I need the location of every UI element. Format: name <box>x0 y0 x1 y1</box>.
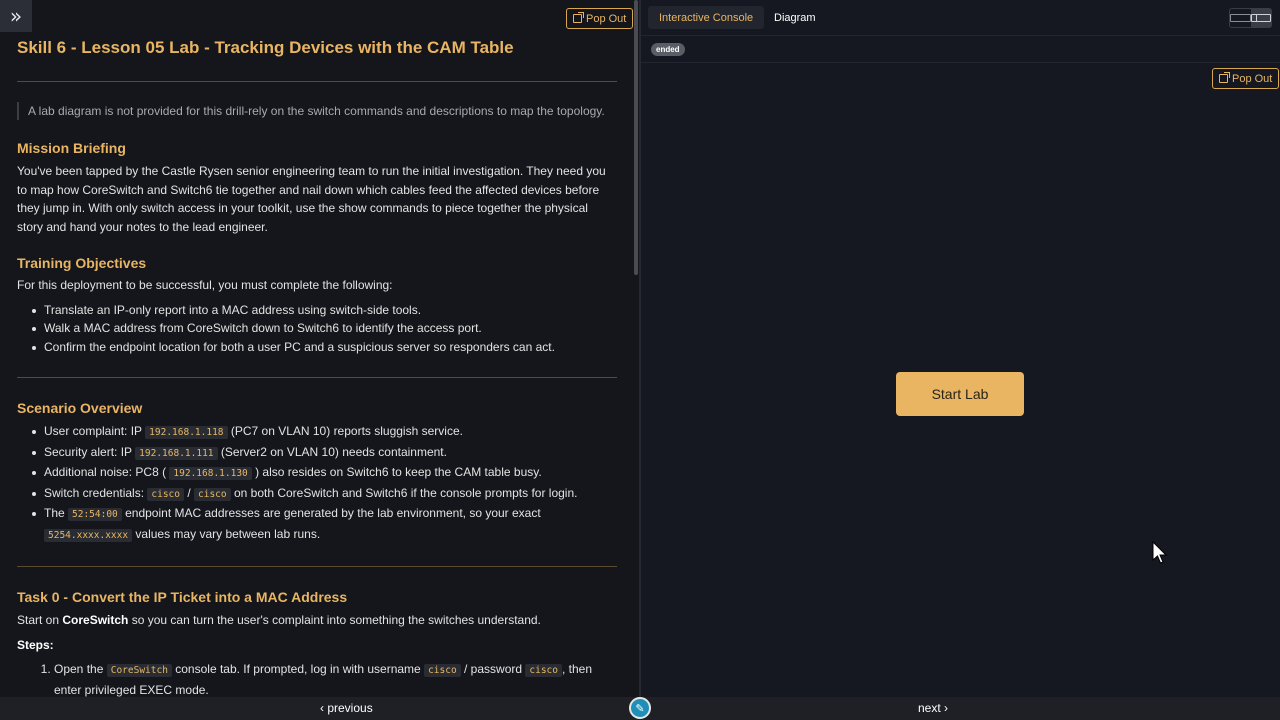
mouse-cursor-icon <box>1152 541 1168 564</box>
pop-out-label: Pop Out <box>1232 72 1273 85</box>
list-item: Switch credentials: cisco / cisco on bot… <box>32 484 617 505</box>
previous-link[interactable]: ‹ previous <box>320 701 373 715</box>
lesson-pop-out-button[interactable]: Pop Out <box>566 8 634 29</box>
lesson-scrollbar[interactable] <box>634 0 638 275</box>
pencil-icon[interactable]: ✎ <box>629 697 651 719</box>
mac-prefix-code: 52:54:00 <box>68 508 122 521</box>
username-code: cisco <box>147 487 184 501</box>
lesson-content: Skill 6 - Lesson 05 Lab - Tracking Devic… <box>17 38 617 697</box>
ip-code: 192.168.1.111 <box>135 446 218 460</box>
bottom-nav: ‹ previous ✎ next › <box>0 697 1280 720</box>
console-tabbar: Interactive Console Diagram <box>641 0 1280 36</box>
list-item: Translate an IP-only report into a MAC a… <box>32 301 617 320</box>
external-link-icon <box>1219 72 1230 83</box>
external-link-icon <box>573 12 584 23</box>
layout-toggle[interactable] <box>1229 8 1272 28</box>
lesson-pane: » Pop Out Skill 6 - Lesson 05 Lab - Trac… <box>0 0 640 697</box>
scenario-list: User complaint: IP 192.168.1.118 (PC7 on… <box>17 422 617 545</box>
list-item: Walk a MAC address from CoreSwitch down … <box>32 319 617 338</box>
objectives-intro: For this deployment to be successful, yo… <box>17 278 393 292</box>
divider <box>17 566 617 567</box>
list-item: Open the CoreSwitch console tab. If prom… <box>54 660 617 697</box>
password-code: cisco <box>194 487 231 501</box>
task0-intro: Start on CoreSwitch so you can turn the … <box>17 613 541 627</box>
console-statusbar: ended <box>641 37 1280 63</box>
list-item: User complaint: IP 192.168.1.118 (PC7 on… <box>32 422 617 443</box>
single-pane-button[interactable] <box>1230 9 1251 27</box>
steps-label: Steps: <box>17 637 54 652</box>
mission-heading: Mission Briefing <box>17 140 126 156</box>
next-link[interactable]: next › <box>918 701 948 715</box>
sidebar-toggle-button[interactable]: » <box>0 0 32 32</box>
status-badge: ended <box>651 43 685 56</box>
mac-format-code: 5254.xxxx.xxxx <box>44 528 133 542</box>
pop-out-label: Pop Out <box>586 12 627 25</box>
objectives-list: Translate an IP-only report into a MAC a… <box>17 301 617 357</box>
ip-code: 192.168.1.130 <box>169 467 252 480</box>
objectives-heading: Training Objectives <box>17 255 147 271</box>
console-tab-code: CoreSwitch <box>106 664 172 677</box>
start-lab-button[interactable]: Start Lab <box>896 372 1024 416</box>
list-item: Confirm the endpoint location for both a… <box>32 338 617 357</box>
list-item: Security alert: IP 192.168.1.111 (Server… <box>32 443 617 464</box>
split-pane-icon <box>1250 14 1271 22</box>
ip-code: 192.168.1.118 <box>145 426 228 439</box>
tab-interactive-console[interactable]: Interactive Console <box>648 6 765 29</box>
single-pane-icon <box>1230 14 1251 22</box>
mission-body: You've been tapped by the Castle Rysen s… <box>17 164 606 234</box>
divider <box>17 81 617 82</box>
task0-heading: Task 0 - Convert the IP Ticket into a MA… <box>17 589 348 605</box>
double-chevron-right-icon: » <box>9 4 23 28</box>
lesson-note: A lab diagram is not provided for this d… <box>17 102 617 120</box>
task0-steps: Open the CoreSwitch console tab. If prom… <box>17 660 617 697</box>
scenario-heading: Scenario Overview <box>17 400 143 416</box>
split-pane-button[interactable] <box>1250 9 1271 27</box>
console-pop-out-button[interactable]: Pop Out <box>1212 68 1280 89</box>
divider <box>17 377 617 378</box>
tab-diagram[interactable]: Diagram <box>763 6 827 29</box>
list-item: The 52:54:00 endpoint MAC addresses are … <box>32 504 617 545</box>
console-pane: Interactive Console Diagram ended Pop Ou… <box>641 0 1280 697</box>
list-item: Additional noise: PC8 ( 192.168.1.130 ) … <box>32 463 617 484</box>
lab-app: » Pop Out Skill 6 - Lesson 05 Lab - Trac… <box>0 0 1280 720</box>
lesson-title: Skill 6 - Lesson 05 Lab - Tracking Devic… <box>17 38 514 57</box>
